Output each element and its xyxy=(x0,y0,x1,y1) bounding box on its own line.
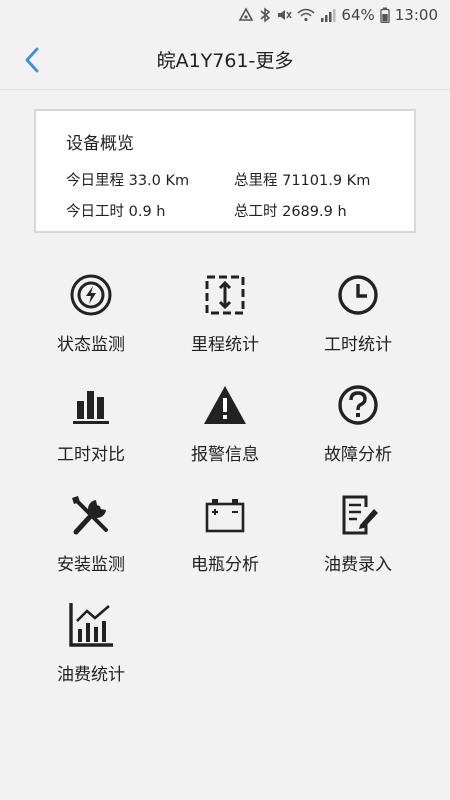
menu-label: 工时统计 xyxy=(324,335,392,355)
menu-item-mileage[interactable]: 里程统计 xyxy=(165,270,285,370)
menu-label: 油费录入 xyxy=(324,555,392,575)
mileage-icon xyxy=(200,270,250,320)
menu-label: 安装监测 xyxy=(57,555,125,575)
menu-item-hours-compare[interactable]: 工时对比 xyxy=(31,380,151,480)
battery-icon xyxy=(200,490,250,540)
menu-item-install-monitor[interactable]: 安装监测 xyxy=(31,490,151,590)
menu-label: 故障分析 xyxy=(324,445,392,465)
menu-item-fuel-stats[interactable]: 油费统计 xyxy=(31,600,151,700)
chart-stats-icon xyxy=(66,600,116,650)
wifi-icon xyxy=(297,7,315,23)
battery-percent: 64% xyxy=(341,6,375,24)
menu-item-fault-analysis[interactable]: 故障分析 xyxy=(298,380,418,480)
menu-item-status-monitor[interactable]: 状态监测 xyxy=(31,270,151,370)
menu-item-work-hours[interactable]: 工时统计 xyxy=(298,270,418,370)
menu-label: 里程统计 xyxy=(191,335,259,355)
warning-icon xyxy=(200,380,250,430)
header-bar: 皖A1Y761-更多 xyxy=(0,30,450,90)
device-overview-card: 设备概览 今日里程 33.0 Km 总里程 71101.9 Km 今日工时 0.… xyxy=(34,109,416,233)
edit-document-icon xyxy=(333,490,383,540)
overview-title: 设备概览 xyxy=(66,134,134,154)
menu-label: 电瓶分析 xyxy=(191,555,259,575)
battery-icon-status xyxy=(380,7,390,23)
today-mileage: 今日里程 33.0 Km xyxy=(66,173,190,189)
bar-chart-icon xyxy=(66,380,116,430)
status-monitor-icon xyxy=(66,270,116,320)
menu-label: 油费统计 xyxy=(57,665,125,685)
menu-item-fuel-entry[interactable]: 油费录入 xyxy=(298,490,418,590)
menu-item-alarms[interactable]: 报警信息 xyxy=(165,380,285,480)
menu-label: 工时对比 xyxy=(57,445,125,465)
question-icon xyxy=(333,380,383,430)
bluetooth-icon xyxy=(259,7,271,23)
page-title: 皖A1Y761-更多 xyxy=(156,50,294,72)
menu-label: 报警信息 xyxy=(191,445,259,465)
clock-time: 13:00 xyxy=(394,6,438,24)
menu-item-battery-analysis[interactable]: 电瓶分析 xyxy=(165,490,285,590)
total-mileage: 总里程 71101.9 Km xyxy=(234,173,371,189)
back-button[interactable] xyxy=(18,44,46,76)
mute-icon xyxy=(276,7,293,23)
chevron-left-icon xyxy=(25,47,39,73)
sync-icon xyxy=(238,7,254,23)
status-bar: 64% 13:00 xyxy=(0,0,450,30)
menu-label: 状态监测 xyxy=(57,335,125,355)
tools-icon xyxy=(66,490,116,540)
today-hours: 今日工时 0.9 h xyxy=(66,204,166,220)
total-hours: 总工时 2689.9 h xyxy=(234,204,347,220)
signal-icon xyxy=(320,7,336,23)
clock-icon xyxy=(333,270,383,320)
